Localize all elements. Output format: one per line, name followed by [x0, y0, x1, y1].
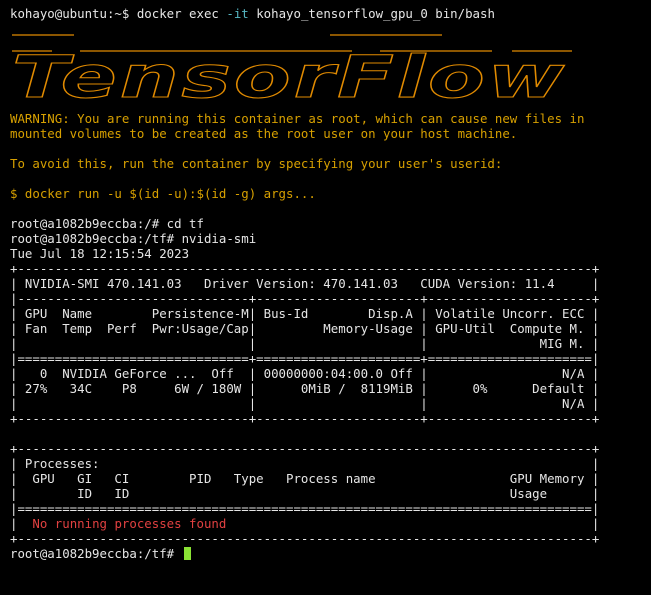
smi-gpu-row: | 27% 34C P8 6W / 180W | 0MiB / 8119MiB …	[10, 381, 600, 396]
host-command-line: kohayo@ubuntu:~$ docker exec -it kohayo_…	[10, 6, 651, 21]
smi-processes-title: | Processes: |	[10, 456, 600, 471]
smi-datetime: Tue Jul 18 12:15:54 2023	[10, 246, 190, 261]
no-processes-message: No running processes found	[32, 516, 227, 531]
smi-separator: |===============================+=======…	[10, 351, 600, 366]
smi-processes-header: | GPU GI CI PID Type Process name GPU Me…	[10, 471, 600, 486]
smi-gpu-row: | 0 NVIDIA GeForce ... Off | 00000000:04…	[10, 366, 600, 381]
terminal-window[interactable]: kohayo@ubuntu:~$ docker exec -it kohayo_…	[0, 0, 651, 595]
smi-border: +---------------------------------------…	[10, 261, 600, 276]
shell-prompt: root@a1082b9eccba:/tf#	[10, 546, 182, 561]
smi-version-row: | NVIDIA-SMI 470.141.03 Driver Version: …	[10, 276, 600, 291]
active-prompt-line[interactable]: root@a1082b9eccba:/tf#	[10, 546, 651, 561]
smi-header-row: | Fan Temp Perf Pwr:Usage/Cap| Memory-Us…	[10, 321, 600, 336]
warning-line: To avoid this, run the container by spec…	[10, 156, 503, 171]
smi-processes-row: | No running processes found |	[10, 516, 600, 531]
smi-border: |-------------------------------+-------…	[10, 291, 600, 306]
smi-processes-header: | ID ID Usage |	[10, 486, 600, 501]
smi-separator: |=======================================…	[10, 501, 600, 516]
tensorflow-ascii-banner: TensorFlow	[12, 34, 572, 105]
warning-line: WARNING: You are running this container …	[10, 111, 585, 126]
smi-gpu-row: | | | N/A |	[10, 396, 600, 411]
smi-border: +---------------------------------------…	[10, 441, 600, 456]
shell-line: root@a1082b9eccba:/# cd tf	[10, 216, 204, 231]
warning-command: $ docker run -u $(id -u):$(id -g) args..…	[10, 186, 316, 201]
command-flag: -it	[226, 6, 249, 21]
command-args: kohayo_tensorflow_gpu_0 bin/bash	[248, 6, 495, 21]
warning-line: mounted volumes to be created as the roo…	[10, 126, 518, 141]
shell-line: root@a1082b9eccba:/tf# nvidia-smi	[10, 231, 257, 246]
host-prompt: kohayo@ubuntu:~$	[10, 6, 137, 21]
smi-border: +---------------------------------------…	[10, 531, 600, 546]
banner-logo-text: TensorFlow	[12, 43, 567, 105]
text-cursor[interactable]	[183, 547, 191, 560]
smi-border: +-------------------------------+-------…	[10, 411, 600, 426]
command-text: docker exec	[136, 6, 227, 21]
smi-header-row: | | | MIG M. |	[10, 336, 600, 351]
smi-header-row: | GPU Name Persistence-M| Bus-Id Disp.A …	[10, 306, 600, 321]
